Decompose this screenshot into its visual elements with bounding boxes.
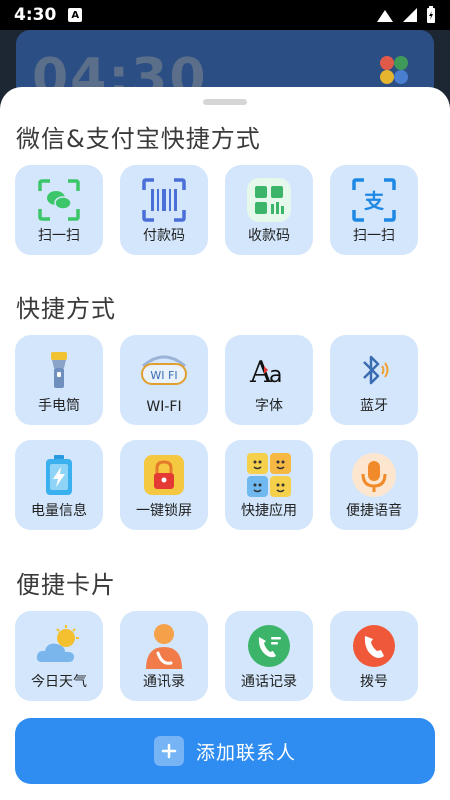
section-title-wechat-alipay: 微信&支付宝快捷方式 [16, 125, 261, 153]
tile-label: 蓝牙 [360, 398, 388, 414]
signal-icon [377, 10, 393, 22]
cellular-icon [403, 8, 417, 22]
tile-label: 通讯录 [143, 674, 185, 690]
contacts-icon [137, 619, 191, 673]
alipay-scan-icon: 支 [347, 173, 401, 227]
flashlight-icon [32, 343, 86, 397]
tile-label: 付款码 [143, 228, 185, 244]
tile-label: 收款码 [248, 228, 290, 244]
add-contact-label: 添加联系人 [195, 741, 296, 764]
add-contact-button[interactable]: 添加联系人 [15, 718, 435, 784]
shortcut-sheet: 微信&支付宝快捷方式 扫一扫 付款码 收款码 支 扫一扫 快捷方式 手电筒 WI… [0, 87, 450, 800]
notification-icon: A [68, 8, 83, 22]
app-drawer-icon [380, 56, 408, 84]
tile-wifi[interactable]: WI FI WI-FI [120, 335, 208, 425]
tile-receive-code[interactable]: 收款码 [225, 165, 313, 255]
tile-label: 字体 [255, 398, 283, 414]
tile-pay-code[interactable]: 付款码 [120, 165, 208, 255]
tile-quick-apps[interactable]: 快捷应用 [225, 440, 313, 530]
plus-icon [153, 736, 184, 766]
tile-label: 一键锁屏 [136, 503, 192, 519]
status-icons [376, 6, 436, 24]
tile-label: 拨号 [360, 674, 388, 690]
tile-wechat-scan[interactable]: 扫一扫 [15, 165, 103, 255]
section-title-cards: 便捷卡片 [16, 571, 116, 599]
bluetooth-icon [347, 343, 401, 397]
weather-icon [32, 619, 86, 673]
tile-dial[interactable]: 拨号 [330, 611, 418, 701]
svg-text:支: 支 [364, 189, 385, 213]
call-log-icon [242, 619, 296, 673]
microphone-icon [347, 448, 401, 502]
tile-font[interactable]: A a 字体 [225, 335, 313, 425]
battery-icon [32, 448, 86, 502]
tile-lock-screen[interactable]: 一键锁屏 [120, 440, 208, 530]
tile-label: 快捷应用 [241, 503, 297, 519]
qrcode-receive-icon [242, 173, 296, 227]
tile-label: 今日天气 [31, 674, 87, 690]
tile-alipay-scan[interactable]: 支 扫一扫 [330, 165, 418, 255]
tile-battery-info[interactable]: 电量信息 [15, 440, 103, 530]
battery-status-icon [427, 6, 435, 23]
status-time: 4:30 [14, 5, 57, 25]
font-icon: A a [242, 343, 296, 397]
tile-label: 手电筒 [38, 398, 80, 414]
tile-weather[interactable]: 今日天气 [15, 611, 103, 701]
barcode-icon [137, 173, 191, 227]
tile-bluetooth[interactable]: 蓝牙 [330, 335, 418, 425]
tile-label: 扫一扫 [38, 228, 80, 244]
svg-text:WI FI: WI FI [150, 369, 177, 382]
lock-icon [137, 448, 191, 502]
tile-label: 通话记录 [241, 674, 297, 690]
tile-call-log[interactable]: 通话记录 [225, 611, 313, 701]
tile-label: 电量信息 [31, 503, 87, 519]
tile-contacts[interactable]: 通讯录 [120, 611, 208, 701]
dial-icon [347, 619, 401, 673]
status-bar: 4:30 A [0, 0, 450, 30]
tile-voice[interactable]: 便捷语音 [330, 440, 418, 530]
wifi-icon: WI FI [137, 343, 191, 397]
app-puzzle-icon [242, 448, 296, 502]
tile-label: 便捷语音 [346, 503, 402, 519]
section-title-shortcuts: 快捷方式 [16, 295, 116, 323]
tile-label: WI-FI [146, 399, 182, 415]
svg-text:a: a [269, 363, 282, 388]
tile-label: 扫一扫 [353, 228, 395, 244]
wechat-scan-icon [32, 173, 86, 227]
drag-handle[interactable] [203, 99, 247, 105]
tile-flashlight[interactable]: 手电筒 [15, 335, 103, 425]
